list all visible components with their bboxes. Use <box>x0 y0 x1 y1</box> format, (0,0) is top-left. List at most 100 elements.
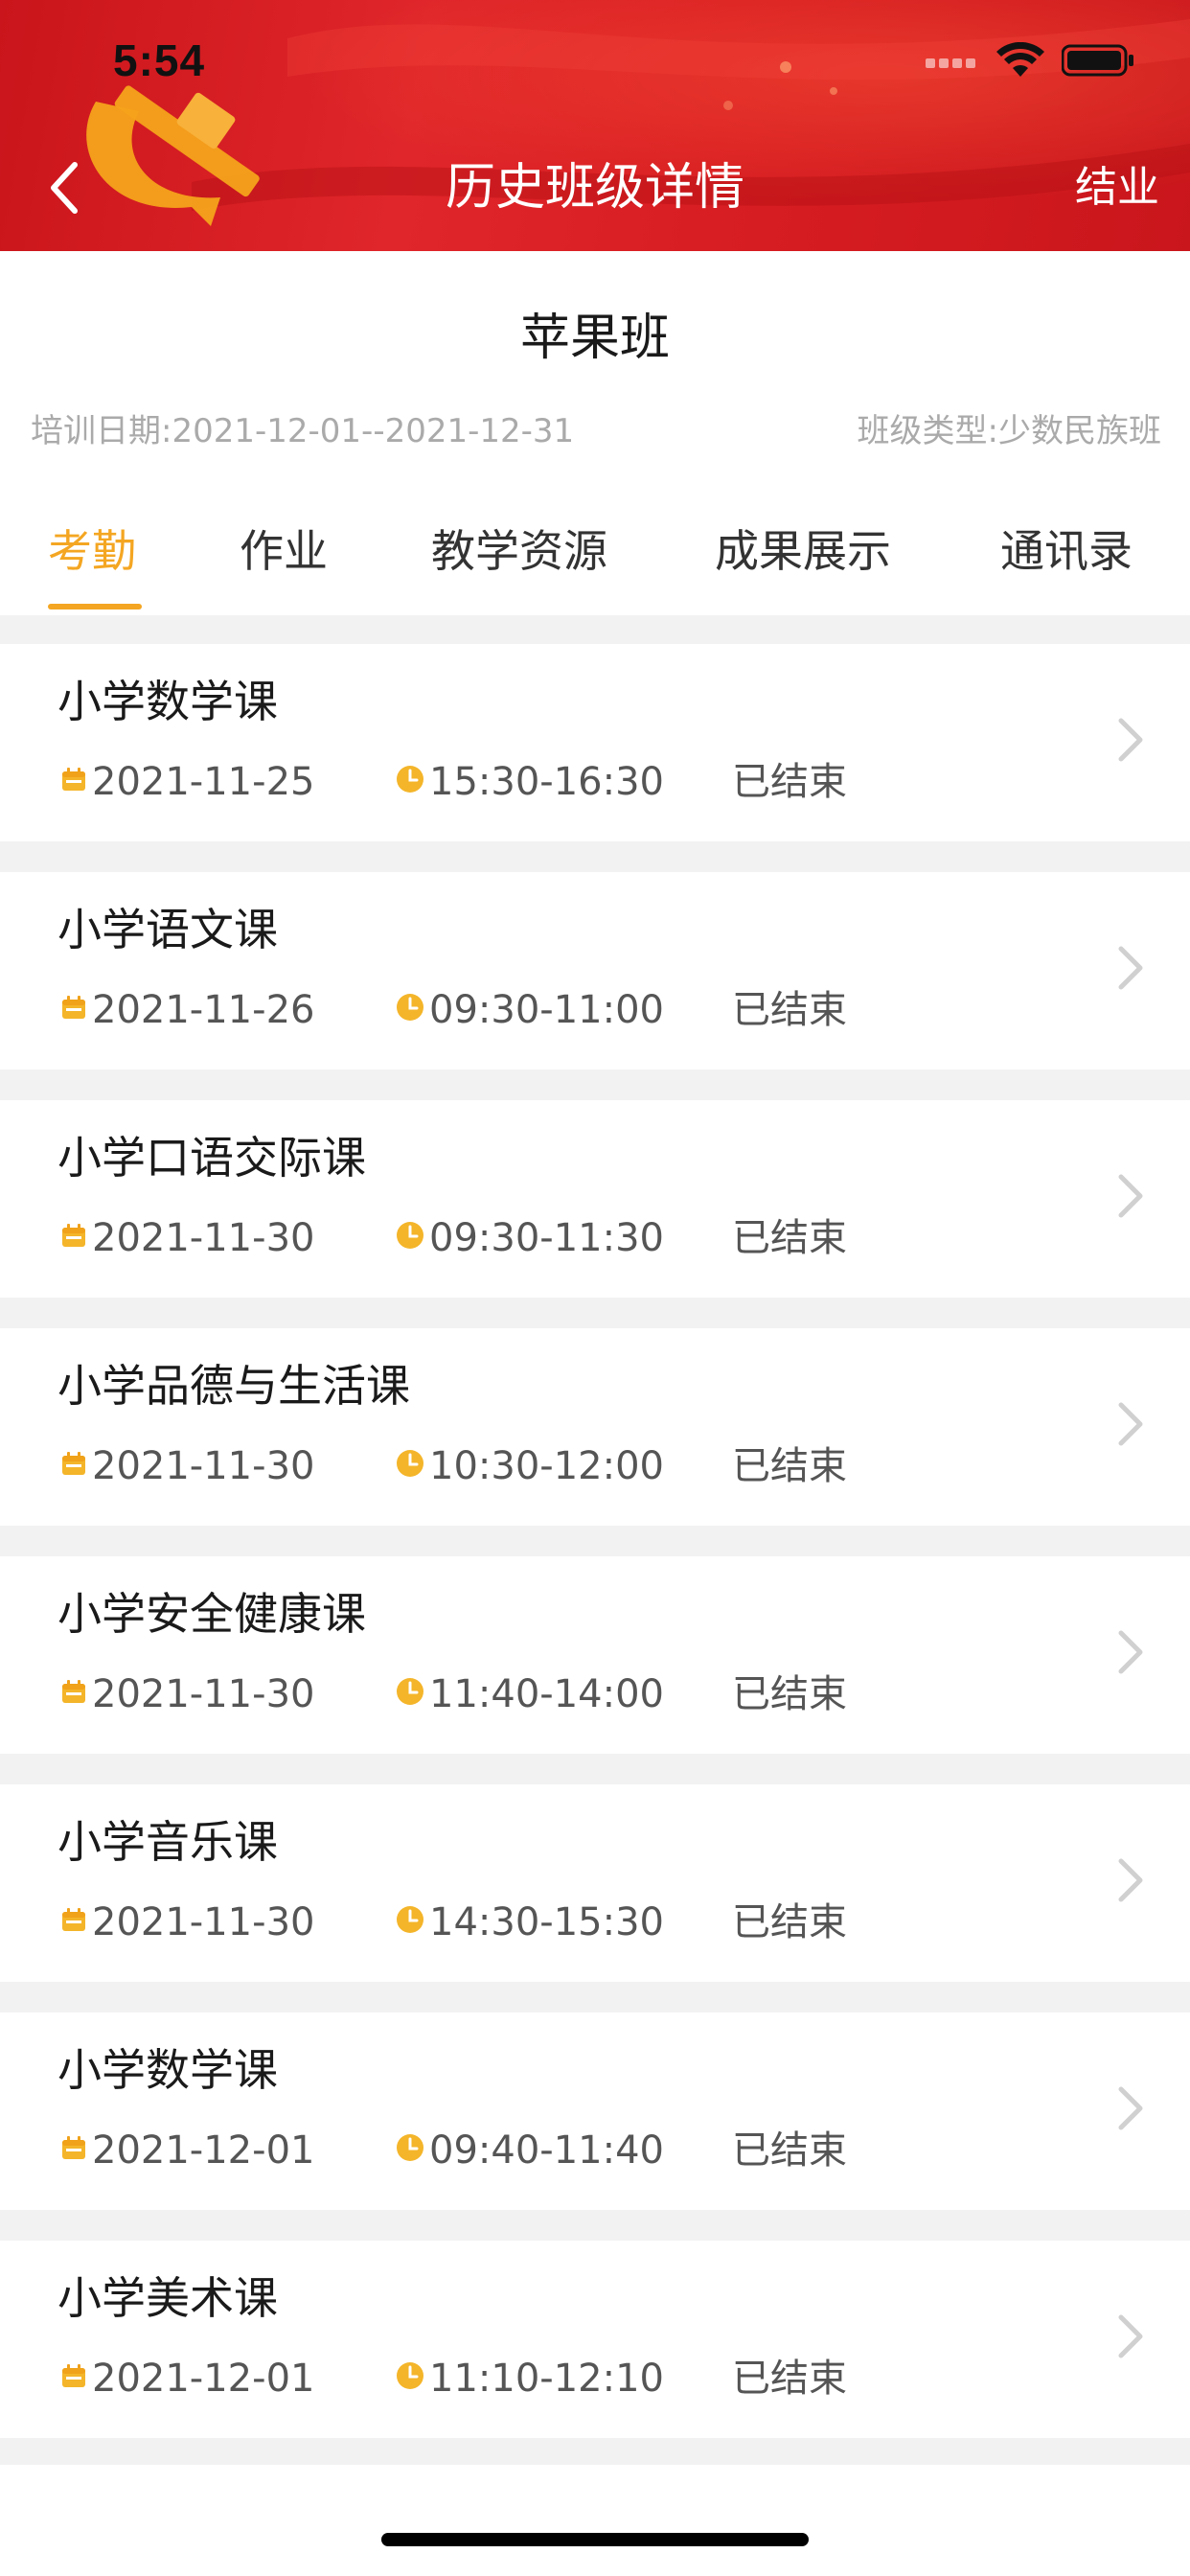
clock-icon <box>395 983 425 1037</box>
course-time: 09:30-11:30 <box>395 1211 664 1265</box>
course-status: 已结束 <box>732 988 847 1032</box>
course-status: 已结束 <box>732 1900 847 1944</box>
clock-icon <box>395 1668 425 1721</box>
calendar-icon <box>59 2124 88 2177</box>
calendar-icon <box>59 1668 88 1721</box>
course-date: 2021-11-30 <box>59 1668 314 1721</box>
course-time: 09:40-11:40 <box>395 2124 664 2177</box>
course-status: 已结束 <box>732 760 847 804</box>
header-banner: 5:54 历史班级详情 结业 <box>0 0 1190 251</box>
course-title: 小学语文课 <box>57 904 278 955</box>
course-date: 2021-11-30 <box>59 1211 314 1265</box>
chevron-right-icon <box>1118 1174 1143 1218</box>
tab-attendance[interactable]: 考勤 <box>48 518 136 585</box>
tab-contacts[interactable]: 通讯录 <box>1000 518 1133 585</box>
course-time-text: 09:30-11:30 <box>429 1216 664 1260</box>
course-time-text: 09:30-11:00 <box>429 988 664 1032</box>
course-date-text: 2021-11-25 <box>92 760 315 804</box>
course-time-text: 09:40-11:40 <box>429 2128 664 2173</box>
course-date: 2021-12-01 <box>59 2124 314 2177</box>
course-list-item[interactable]: 小学数学课 2021-11-25 15:30-16:30 已结束 <box>0 644 1190 841</box>
course-time-text: 11:10-12:10 <box>429 2357 664 2401</box>
course-status: 已结束 <box>732 1216 847 1260</box>
course-title: 小学品德与生活课 <box>57 1360 410 1412</box>
course-list-item[interactable]: 小学口语交际课 2021-11-30 09:30-11:30 已结束 <box>0 1100 1190 1298</box>
course-list-item[interactable]: 小学数学课 2021-12-01 09:40-11:40 已结束 <box>0 2012 1190 2210</box>
course-date: 2021-11-25 <box>59 755 314 809</box>
class-type: 班级类型:少数民族班 <box>857 412 1161 450</box>
calendar-icon <box>59 983 88 1037</box>
course-list-item[interactable]: 小学安全健康课 2021-11-30 11:40-14:00 已结束 <box>0 1556 1190 1754</box>
tab-homework[interactable]: 作业 <box>240 518 328 585</box>
status-time: 5:54 <box>113 35 206 85</box>
course-list-item[interactable]: 小学品德与生活课 2021-11-30 10:30-12:00 已结束 <box>0 1328 1190 1526</box>
course-status: 已结束 <box>732 1672 847 1716</box>
course-time: 14:30-15:30 <box>395 1896 664 1949</box>
course-time: 15:30-16:30 <box>395 755 664 809</box>
class-name: 苹果班 <box>519 310 670 367</box>
chevron-right-icon <box>1118 2314 1143 2358</box>
course-time: 11:10-12:10 <box>395 2352 664 2405</box>
chevron-right-icon <box>1118 2086 1143 2130</box>
course-time-text: 15:30-16:30 <box>429 760 664 804</box>
course-list-item[interactable]: 小学美术课 2021-12-01 11:10-12:10 已结束 <box>0 2241 1190 2438</box>
clock-icon <box>395 2124 425 2177</box>
course-status: 已结束 <box>732 2128 847 2173</box>
graduate-button[interactable]: 结业 <box>1075 153 1159 222</box>
course-time: 09:30-11:00 <box>395 983 664 1037</box>
tab-achievements[interactable]: 成果展示 <box>715 518 891 585</box>
course-list-item[interactable]: 小学语文课 2021-11-26 09:30-11:00 已结束 <box>0 872 1190 1070</box>
clock-icon <box>395 1896 425 1949</box>
course-time-text: 11:40-14:00 <box>429 1672 664 1716</box>
course-date: 2021-11-30 <box>59 1439 314 1493</box>
tab-bar: 考勤 作业 教学资源 成果展示 通讯录 <box>0 518 1190 613</box>
course-title: 小学数学课 <box>57 676 278 727</box>
course-list-item[interactable]: 小学音乐课 2021-11-30 14:30-15:30 已结束 <box>0 1784 1190 1982</box>
calendar-icon <box>59 755 88 809</box>
chevron-right-icon <box>1118 1630 1143 1674</box>
course-status: 已结束 <box>732 2357 847 2401</box>
course-date-text: 2021-11-30 <box>92 1900 315 1944</box>
chevron-right-icon <box>1118 1402 1143 1446</box>
course-date-text: 2021-12-01 <box>92 2357 315 2401</box>
calendar-icon <box>59 1896 88 1949</box>
calendar-icon <box>59 2352 88 2405</box>
clock-icon <box>395 755 425 809</box>
course-title: 小学音乐课 <box>57 1816 278 1868</box>
page-title: 历史班级详情 <box>445 159 744 217</box>
tab-teaching-resources[interactable]: 教学资源 <box>431 518 607 585</box>
course-date-text: 2021-11-30 <box>92 1216 315 1260</box>
wifi-icon <box>996 41 1044 82</box>
calendar-icon <box>59 1211 88 1265</box>
home-indicator <box>381 2533 809 2546</box>
course-date-text: 2021-12-01 <box>92 2128 315 2173</box>
course-date: 2021-11-26 <box>59 983 314 1037</box>
course-time: 10:30-12:00 <box>395 1439 664 1493</box>
course-title: 小学数学课 <box>57 2044 278 2096</box>
course-title: 小学安全健康课 <box>57 1588 366 1640</box>
active-tab-indicator <box>48 604 142 610</box>
clock-icon <box>395 2352 425 2405</box>
battery-icon <box>1061 43 1134 81</box>
course-time-text: 10:30-12:00 <box>429 1444 664 1488</box>
calendar-icon <box>59 1439 88 1493</box>
course-date-text: 2021-11-30 <box>92 1672 315 1716</box>
chevron-right-icon <box>1118 946 1143 990</box>
course-date-text: 2021-11-30 <box>92 1444 315 1488</box>
course-title: 小学美术课 <box>57 2272 278 2324</box>
course-date: 2021-12-01 <box>59 2352 314 2405</box>
course-time-text: 14:30-15:30 <box>429 1900 664 1944</box>
clock-icon <box>395 1439 425 1493</box>
training-date: 培训日期:2021-12-01--2021-12-31 <box>31 412 575 450</box>
chevron-right-icon <box>1118 718 1143 762</box>
course-time: 11:40-14:00 <box>395 1668 664 1721</box>
chevron-right-icon <box>1118 1858 1143 1902</box>
signal-icon <box>926 51 979 74</box>
course-date: 2021-11-30 <box>59 1896 314 1949</box>
clock-icon <box>395 1211 425 1265</box>
screen: 5:54 历史班级详情 结业 苹果班 培训日期:2021-12-01--2021… <box>0 0 1190 2576</box>
course-status: 已结束 <box>732 1444 847 1488</box>
course-title: 小学口语交际课 <box>57 1132 366 1184</box>
status-icons <box>926 41 1134 82</box>
course-date-text: 2021-11-26 <box>92 988 315 1032</box>
